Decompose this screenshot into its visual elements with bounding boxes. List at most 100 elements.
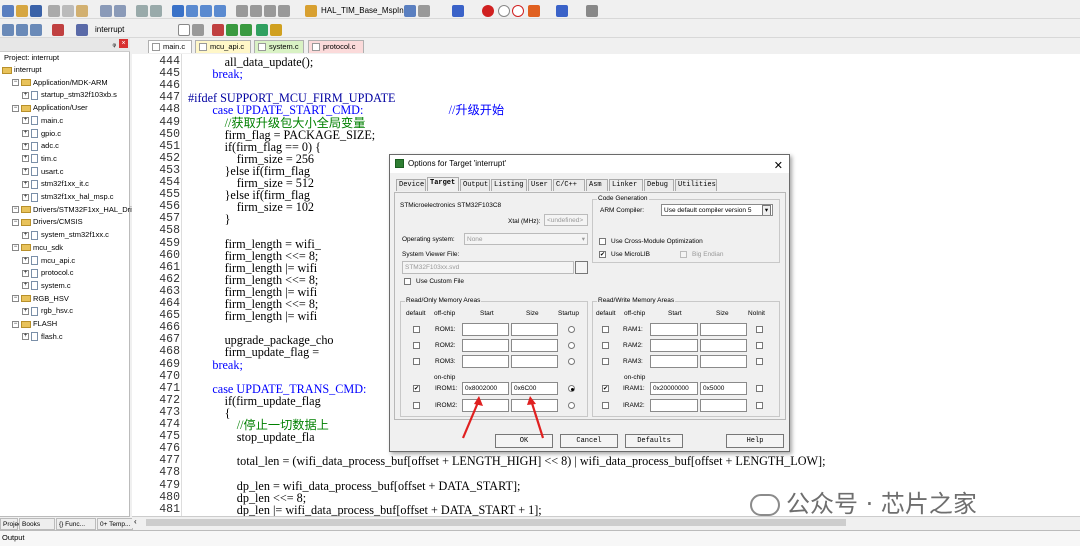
ram-start-input[interactable]	[650, 399, 698, 412]
ram-size-input[interactable]	[700, 355, 747, 368]
code-line[interactable]: dp_len = wifi_data_process_buf[offset + …	[188, 479, 521, 491]
ram-noinit-checkbox[interactable]	[756, 342, 763, 349]
tree-item-file[interactable]: + startup_stm32f103xb.s	[22, 89, 117, 101]
os-select[interactable]: None ▾	[464, 233, 588, 245]
tree-item-folder[interactable]: − FLASH	[12, 318, 57, 330]
dialog-tab[interactable]: User	[528, 179, 552, 191]
code-line[interactable]: total_len = (wifi_data_process_buf[offse…	[188, 455, 826, 467]
rom-default-checkbox[interactable]	[413, 342, 420, 349]
rom-default-checkbox[interactable]	[413, 326, 420, 333]
ram-noinit-checkbox[interactable]	[756, 358, 763, 365]
tree-item-folder[interactable]: − RGB_HSV	[12, 293, 69, 305]
defaults-button[interactable]: Defaults	[625, 434, 683, 448]
dialog-tab[interactable]: Debug	[644, 179, 674, 191]
code-line[interactable]: case UPDATE_TRANS_CMD:	[188, 383, 366, 395]
tree-item-folder[interactable]: − Application/MDK-ARM	[12, 77, 108, 89]
tree-item-file[interactable]: + rgb_hsv.c	[22, 305, 73, 317]
rom-startup-radio[interactable]	[568, 385, 575, 392]
ram-size-input[interactable]: 0x5000	[700, 382, 747, 395]
tree-item-file[interactable]: + gpio.c	[22, 128, 61, 140]
tree-item-file[interactable]: + adc.c	[22, 140, 59, 152]
tree-item-file[interactable]: + stm32f1xx_it.c	[22, 178, 89, 190]
ram-start-input[interactable]	[650, 339, 698, 352]
close-icon[interactable]: ×	[119, 39, 128, 48]
tree-item-root[interactable]: interrupt	[2, 64, 42, 76]
tree-item-file[interactable]: + mcu_api.c	[22, 255, 75, 267]
copy-icon[interactable]	[62, 5, 74, 17]
code-line[interactable]: dp_len |= wifi_data_process_buf[offset +…	[188, 504, 542, 516]
dialog-tab[interactable]: Target	[427, 177, 459, 191]
translate-icon[interactable]	[2, 24, 14, 36]
target-select[interactable]: interrupt	[95, 25, 124, 34]
scroll-thumb[interactable]	[146, 519, 846, 526]
download-icon[interactable]	[52, 24, 64, 36]
big-endian-checkbox[interactable]	[680, 251, 687, 258]
dialog-tab[interactable]: Output	[460, 179, 490, 191]
tree-item-folder[interactable]: − Drivers/STM32F1xx_HAL_Driver	[12, 204, 142, 216]
ram-size-input[interactable]	[700, 323, 747, 336]
tree-item-file[interactable]: + usart.c	[22, 166, 64, 178]
rom-size-input[interactable]	[511, 339, 558, 352]
dialog-tab[interactable]: Linker	[609, 179, 643, 191]
rom-start-input[interactable]	[462, 355, 509, 368]
rom-start-input[interactable]	[462, 323, 509, 336]
svf-input[interactable]: STM32F103xx.svd	[402, 261, 574, 274]
code-line[interactable]: case UPDATE_START_CMD: //升级开始	[188, 104, 504, 116]
editor-tab[interactable]: mcu_api.c	[195, 40, 251, 53]
rom-size-input[interactable]	[511, 323, 558, 336]
dialog-tab[interactable]: C/C++	[553, 179, 585, 191]
build-icon[interactable]	[16, 24, 28, 36]
compiler-select[interactable]: Use default compiler version 5 ▾	[661, 204, 773, 216]
open-file-icon[interactable]	[16, 5, 28, 17]
microlib-checkbox[interactable]	[599, 251, 606, 258]
tree-item-file[interactable]: + main.c	[22, 115, 63, 127]
code-line[interactable]: dp_len <<= 8;	[188, 491, 306, 503]
panel-tab[interactable]: Project	[0, 518, 23, 530]
rebuild-icon[interactable]	[30, 24, 42, 36]
ram-noinit-checkbox[interactable]	[756, 326, 763, 333]
code-line[interactable]: firm_length = wifi_	[188, 237, 321, 249]
window-layout-icon[interactable]	[556, 5, 568, 17]
panel-tab[interactable]: Books	[19, 518, 55, 530]
code-line[interactable]: stop_update_fla	[188, 431, 315, 443]
ram-start-input[interactable]: 0x20000000	[650, 382, 698, 395]
editor-tab[interactable]: protocol.c	[308, 40, 364, 53]
code-line[interactable]: }	[188, 213, 231, 225]
ram-start-input[interactable]	[650, 355, 698, 368]
code-line[interactable]: firm_length |= wifi	[188, 262, 318, 274]
code-line[interactable]: if(firm_flag == 0) {	[188, 141, 321, 153]
tree-item-file[interactable]: + stm32f1xx_hal_msp.c	[22, 191, 114, 203]
save-icon[interactable]	[30, 5, 42, 17]
editor-tab[interactable]: system.c	[254, 40, 304, 53]
ram-default-checkbox[interactable]	[602, 358, 609, 365]
rom-size-input[interactable]	[511, 355, 558, 368]
cancel-button[interactable]: Cancel	[560, 434, 618, 448]
xtal-input[interactable]: <undefined>	[544, 214, 588, 226]
code-line[interactable]: firm_update_flag =	[188, 346, 320, 358]
ram-size-input[interactable]	[700, 399, 747, 412]
dialog-tab[interactable]: Listing	[491, 179, 527, 191]
cut-icon[interactable]	[48, 5, 60, 17]
rom-startup-radio[interactable]	[568, 402, 575, 409]
ram-size-input[interactable]	[700, 339, 747, 352]
rom-default-checkbox[interactable]	[413, 358, 420, 365]
rom-default-checkbox[interactable]	[413, 385, 420, 392]
ram-default-checkbox[interactable]	[602, 326, 609, 333]
panel-tab[interactable]: {} Func...	[56, 518, 96, 530]
tree-item-file[interactable]: + tim.c	[22, 153, 57, 165]
rom-startup-radio[interactable]	[568, 326, 575, 333]
ram-default-checkbox[interactable]	[602, 385, 609, 392]
target-options-icon[interactable]	[76, 24, 88, 36]
tree-item-file[interactable]: + system_stm32f1xx.c	[22, 229, 109, 241]
tools-icon[interactable]	[586, 5, 598, 17]
pin-icon[interactable]: ᵩ	[112, 39, 116, 48]
code-line[interactable]: firm_length <<= 8;	[188, 249, 319, 261]
code-line[interactable]: break;	[188, 358, 242, 370]
close-icon[interactable]: ✕	[774, 157, 783, 175]
tree-item-folder[interactable]: − mcu_sdk	[12, 242, 63, 254]
ram-noinit-checkbox[interactable]	[756, 402, 763, 409]
ram-start-input[interactable]	[650, 323, 698, 336]
ram-default-checkbox[interactable]	[602, 402, 609, 409]
code-line[interactable]: firm_flag = PACKAGE_SIZE;	[188, 128, 376, 140]
paste-icon[interactable]	[76, 5, 88, 17]
